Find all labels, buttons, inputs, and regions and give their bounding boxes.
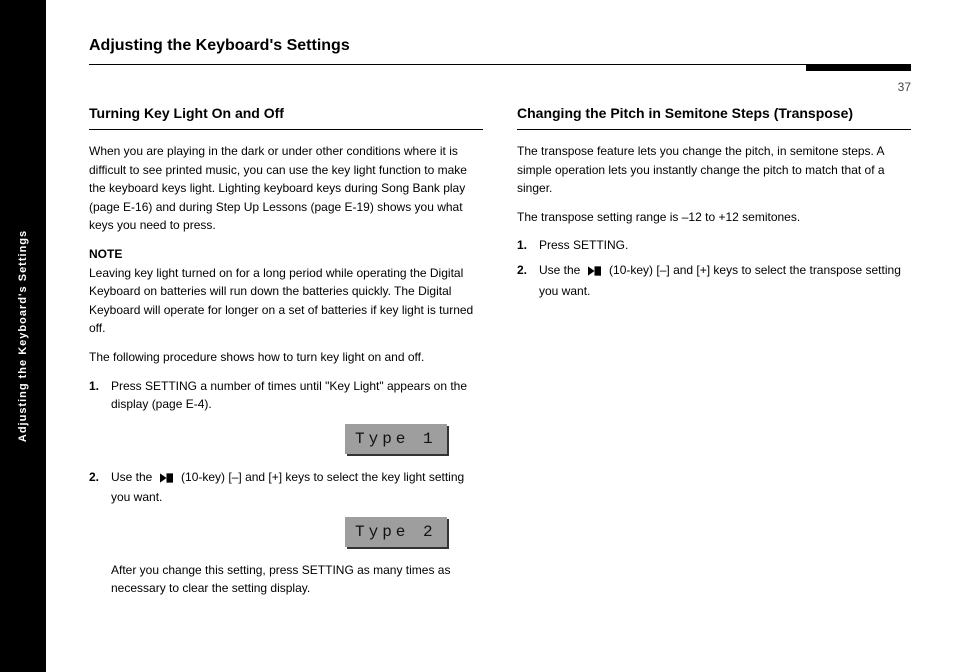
right-step-1: 1. Press SETTING. bbox=[517, 236, 911, 255]
section-heading-right: Changing the Pitch in Semitone Steps (Tr… bbox=[517, 105, 911, 121]
page-title: Adjusting the Keyboard's Settings bbox=[89, 37, 350, 55]
right-p2: The transpose setting range is –12 to +1… bbox=[517, 208, 911, 227]
step-2-text: Use the (10-key) [–] and [+] keys to sel… bbox=[111, 470, 464, 505]
right-step-2: 2. Use the (10-key) [–] and [+] keys to … bbox=[517, 261, 911, 300]
ten-key-icon bbox=[156, 470, 178, 489]
ten-key-icon-right bbox=[584, 263, 606, 282]
left-intro: When you are playing in the dark or unde… bbox=[89, 142, 483, 235]
step-2-sub: After you change this setting, press SET… bbox=[111, 561, 483, 597]
step-1-text: Press SETTING a number of times until "K… bbox=[111, 379, 467, 412]
heading-underline-left bbox=[89, 129, 483, 130]
header-rule bbox=[89, 64, 911, 65]
right-step-2-text: Use the (10-key) [–] and [+] keys to sel… bbox=[539, 263, 901, 298]
right-column: Changing the Pitch in Semitone Steps (Tr… bbox=[517, 105, 911, 306]
note-label: NOTE bbox=[89, 247, 122, 261]
step-1-number: 1. bbox=[89, 377, 107, 396]
heading-underline-right bbox=[517, 129, 911, 130]
note-body: Leaving key light turned on for a long p… bbox=[89, 266, 473, 336]
step-1: 1. Press SETTING a number of times until… bbox=[89, 377, 483, 414]
step-2: 2. Use the (10-key) [–] and [+] keys to … bbox=[89, 468, 483, 507]
header-tab-block bbox=[806, 64, 911, 71]
note-block: NOTE Leaving key light turned on for a l… bbox=[89, 245, 483, 338]
lcd-row-1: Type 1 bbox=[89, 424, 483, 454]
right-step-1-number: 1. bbox=[517, 236, 535, 255]
left-column: Turning Key Light On and Off When you ar… bbox=[89, 105, 483, 605]
lcd-display-1: Type 1 bbox=[345, 424, 447, 454]
right-p1: The transpose feature lets you change th… bbox=[517, 142, 911, 198]
page-number: 37 bbox=[898, 80, 911, 94]
sidebar-label: Adjusting the Keyboard's Settings bbox=[17, 230, 29, 442]
right-step-2-number: 2. bbox=[517, 261, 535, 280]
left-lead-in: The following procedure shows how to tur… bbox=[89, 348, 483, 367]
section-heading-left: Turning Key Light On and Off bbox=[89, 105, 483, 121]
lcd-display-2: Type 2 bbox=[345, 517, 447, 547]
right-step-2-text-a: Use the bbox=[539, 263, 584, 277]
lcd-row-2: Type 2 bbox=[89, 517, 483, 547]
step-2-number: 2. bbox=[89, 468, 107, 487]
sidebar-stripe: Adjusting the Keyboard's Settings bbox=[0, 0, 46, 672]
right-step-1-text: Press SETTING. bbox=[539, 238, 628, 252]
step-2-text-a: Use the bbox=[111, 470, 156, 484]
